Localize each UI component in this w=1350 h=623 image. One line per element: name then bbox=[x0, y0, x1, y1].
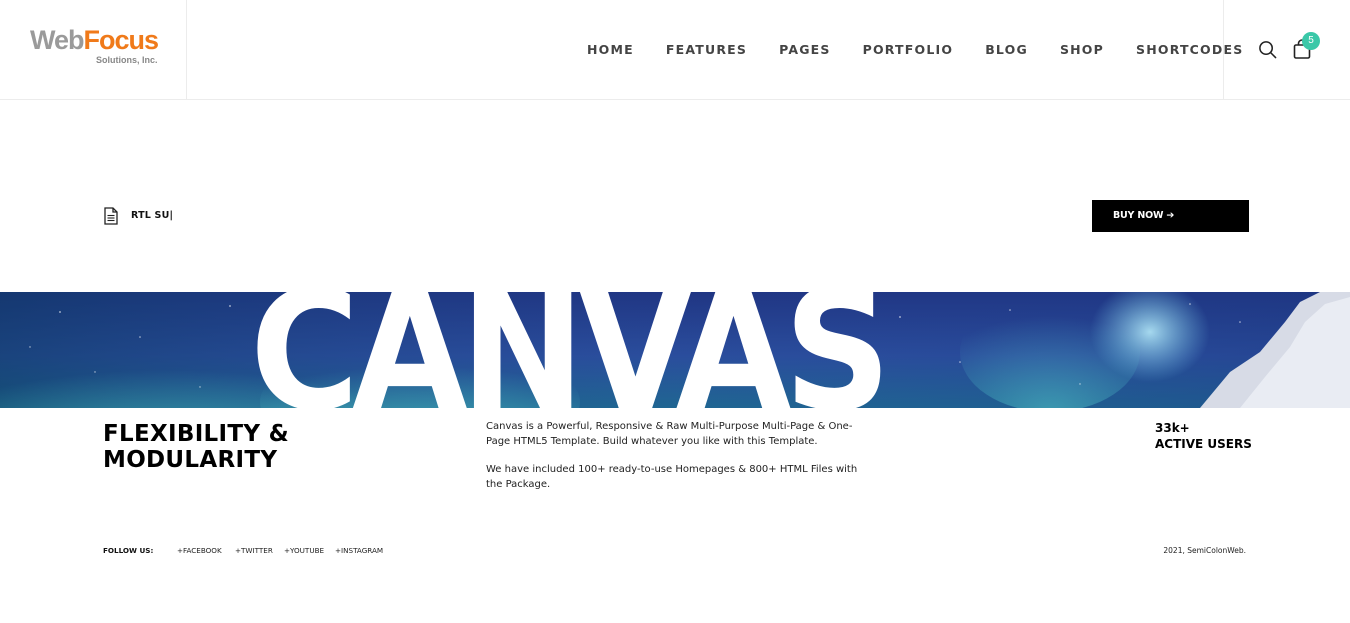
hero-banner: CANVAS bbox=[0, 292, 1350, 408]
hero-aurora-image: CANVAS bbox=[0, 292, 1350, 408]
nav-item-blog[interactable]: BLOG bbox=[969, 42, 1044, 57]
description-paragraph-1: Canvas is a Powerful, Responsive & Raw M… bbox=[486, 421, 853, 447]
logo-subtitle: Solutions, Inc. bbox=[96, 55, 158, 65]
section-title-line2: MODULARITY bbox=[103, 447, 278, 473]
logo-container[interactable]: WebFocus Solutions, Inc. bbox=[0, 0, 187, 99]
rtl-typed-text: RTL SU| bbox=[131, 210, 174, 221]
active-users-stat: 33k+ ACTIVE USERS bbox=[1155, 420, 1252, 452]
section-title: FLEXIBILITY & MODULARITY bbox=[103, 421, 343, 473]
social-link-facebook[interactable]: +FACEBOOK bbox=[177, 546, 222, 555]
buy-now-button[interactable]: BUY NOW ➔ bbox=[1092, 200, 1249, 232]
copyright: 2021, SemiColonWeb. bbox=[1163, 546, 1246, 555]
nav-item-home[interactable]: HOME bbox=[571, 42, 650, 57]
active-users-count: 33k+ bbox=[1155, 421, 1190, 435]
active-users-label: ACTIVE USERS bbox=[1155, 437, 1252, 451]
social-link-twitter[interactable]: +TWITTER bbox=[235, 546, 273, 555]
nav-item-portfolio[interactable]: PORTFOLIO bbox=[847, 42, 970, 57]
header-icons: 5 bbox=[1223, 0, 1350, 99]
nav-item-features[interactable]: FEATURES bbox=[650, 42, 763, 57]
nav-item-pages[interactable]: PAGES bbox=[763, 42, 847, 57]
logo-accent-text: Focus bbox=[83, 25, 160, 55]
description-paragraph-2: We have included 100+ ready-to-use Homep… bbox=[486, 464, 858, 490]
description: Canvas is a Powerful, Responsive & Raw M… bbox=[486, 420, 866, 492]
site-header: WebFocus Solutions, Inc. HOME FEATURES P… bbox=[0, 0, 1350, 100]
cart-count-badge: 5 bbox=[1302, 32, 1320, 50]
section-title-line1: FLEXIBILITY & bbox=[103, 421, 289, 447]
nav-item-shop[interactable]: SHOP bbox=[1044, 42, 1120, 57]
social-link-instagram[interactable]: +INSTAGRAM bbox=[335, 546, 383, 555]
social-link-youtube[interactable]: +YOUTUBE bbox=[284, 546, 324, 555]
document-icon bbox=[104, 207, 118, 225]
logo[interactable]: WebFocus bbox=[30, 24, 160, 56]
follow-us-label: FOLLOW US: bbox=[103, 546, 154, 555]
search-icon[interactable] bbox=[1258, 40, 1277, 59]
hero-word: CANVAS bbox=[250, 292, 884, 408]
main-nav: HOME FEATURES PAGES PORTFOLIO BLOG SHOP … bbox=[571, 0, 1259, 99]
logo-primary-text: Web bbox=[30, 25, 85, 55]
